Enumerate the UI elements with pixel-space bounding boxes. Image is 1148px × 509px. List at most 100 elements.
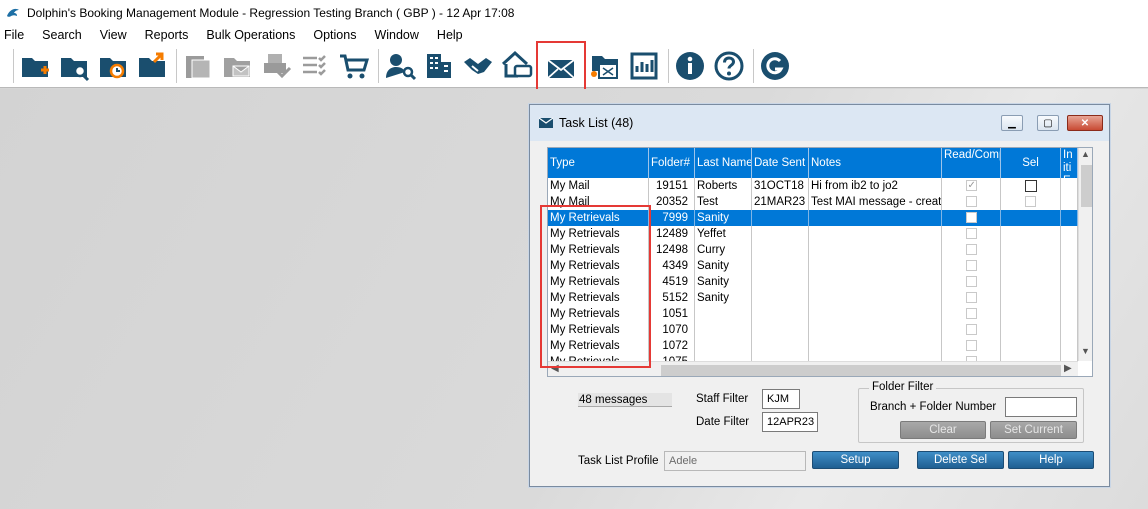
- menu-view[interactable]: View: [100, 28, 127, 42]
- read-comp-checkbox[interactable]: [965, 276, 977, 287]
- message-count: 48 messages: [578, 393, 672, 407]
- read-comp-checkbox[interactable]: [965, 324, 977, 335]
- grid-cell-folder: 1075: [649, 354, 695, 361]
- scroll-right-icon[interactable]: ▶: [1064, 363, 1072, 374]
- grid-cell-initial: [1061, 194, 1078, 210]
- user-search-icon: [386, 53, 416, 80]
- menu-options[interactable]: Options: [313, 28, 356, 42]
- report-chart-button[interactable]: [626, 48, 662, 84]
- delete-sel-button[interactable]: Delete Sel: [917, 451, 1004, 469]
- vertical-scrollbar[interactable]: ▲ ▼: [1078, 148, 1092, 361]
- read-comp-checkbox[interactable]: [965, 244, 977, 255]
- export-folder-button[interactable]: [134, 48, 170, 84]
- help-dialog-button[interactable]: Help: [1008, 451, 1094, 469]
- task-list-button[interactable]: [536, 40, 586, 95]
- user-search-button[interactable]: [382, 48, 418, 84]
- set-current-button[interactable]: Set Current: [990, 421, 1077, 439]
- print-button[interactable]: [258, 48, 294, 84]
- branch-folder-number-label: Branch + Folder Number: [870, 401, 997, 413]
- task-list-profile-input[interactable]: Adele: [664, 451, 806, 471]
- task-list-mail-icon: [547, 58, 575, 79]
- handshake-button[interactable]: [460, 48, 496, 84]
- folder-window-button[interactable]: [587, 48, 623, 84]
- vertical-scroll-thumb[interactable]: [1081, 165, 1092, 207]
- read-comp-checkbox[interactable]: [965, 308, 977, 319]
- setup-button[interactable]: Setup: [812, 451, 899, 469]
- grid-cell-folder: 19151: [649, 178, 695, 194]
- printer-icon: [264, 53, 292, 78]
- maximize-button[interactable]: ▢: [1037, 115, 1059, 131]
- column-header-read-comp[interactable]: Read/Comp: [942, 148, 1001, 178]
- read-comp-checkbox[interactable]: [965, 228, 977, 239]
- minimize-button[interactable]: ▁: [1001, 115, 1023, 131]
- sel-checkbox[interactable]: [1024, 180, 1037, 192]
- column-header-last-name[interactable]: Last Name: [695, 148, 752, 178]
- grid-cell-sel: [1001, 322, 1061, 338]
- grid-cell-initial: [1061, 322, 1078, 338]
- column-header-sel[interactable]: Sel: [1001, 148, 1061, 178]
- grid-cell-last-name: Roberts: [695, 178, 752, 194]
- grid-cell-read-comp: [942, 274, 1001, 290]
- date-filter-input[interactable]: 12APR23: [762, 412, 818, 432]
- building-icon: [427, 53, 451, 78]
- column-header-date-sent[interactable]: Date Sent: [752, 148, 809, 178]
- read-comp-checkbox[interactable]: [965, 178, 977, 194]
- grid-header: Type Folder# Last Name Date Sent Notes R…: [548, 148, 1078, 178]
- close-button[interactable]: ✕: [1067, 115, 1103, 131]
- documents-button[interactable]: [180, 48, 216, 84]
- checklist-button[interactable]: [297, 48, 333, 84]
- new-folder-button[interactable]: [17, 48, 53, 84]
- mail-folder-button[interactable]: [219, 48, 255, 84]
- table-row[interactable]: My Mail 19151 Roberts 31OCT18 Hi from ib2 to…: [548, 178, 1078, 194]
- mail-folder-icon: [224, 57, 250, 77]
- grid-cell-folder: 1051: [649, 306, 695, 322]
- checklist-icon: [303, 54, 326, 76]
- column-header-initial[interactable]: Initi Endi: [1061, 148, 1078, 178]
- column-header-notes[interactable]: Notes: [809, 148, 942, 178]
- grid-cell-notes: [809, 290, 942, 306]
- grid-cell-sel: [1001, 354, 1061, 361]
- clear-button[interactable]: Clear: [900, 421, 986, 439]
- read-comp-checkbox[interactable]: [965, 292, 977, 303]
- search-folder-button[interactable]: [56, 48, 92, 84]
- info-button[interactable]: [672, 48, 708, 84]
- g-icon: [761, 51, 789, 80]
- column-header-type[interactable]: Type: [548, 148, 649, 178]
- recent-folder-button[interactable]: [95, 48, 131, 84]
- grid-cell-initial: [1061, 178, 1078, 194]
- menu-bulk-operations[interactable]: Bulk Operations: [206, 28, 295, 42]
- sel-checkbox[interactable]: [1025, 196, 1036, 207]
- read-comp-checkbox[interactable]: [965, 196, 977, 207]
- branch-folder-number-input[interactable]: [1005, 397, 1077, 417]
- read-comp-checkbox[interactable]: [965, 260, 977, 271]
- grid-cell-initial: [1061, 258, 1078, 274]
- menu-help[interactable]: Help: [437, 28, 463, 42]
- column-header-folder[interactable]: Folder#: [649, 148, 695, 178]
- toolbar-separator: [176, 48, 177, 83]
- g-button[interactable]: [757, 48, 793, 84]
- toolbar-separator: [753, 48, 754, 83]
- staff-filter-input[interactable]: KJM: [762, 389, 800, 409]
- menu-reports[interactable]: Reports: [145, 28, 189, 42]
- grid-cell-sel: [1001, 178, 1061, 194]
- grid-cell-notes: [809, 338, 942, 354]
- menu-search[interactable]: Search: [42, 28, 82, 42]
- scroll-up-icon[interactable]: ▲: [1081, 149, 1090, 159]
- horizontal-scroll-thumb[interactable]: [661, 365, 1061, 376]
- building-button[interactable]: [421, 48, 457, 84]
- read-comp-checkbox[interactable]: [965, 340, 977, 351]
- grid-cell-last-name: Sanity: [695, 210, 752, 226]
- read-comp-checkbox[interactable]: [965, 212, 977, 223]
- grid-cell-read-comp: [942, 226, 1001, 242]
- menu-window[interactable]: Window: [374, 28, 418, 42]
- scroll-down-icon[interactable]: ▼: [1081, 346, 1090, 356]
- house-card-button[interactable]: [499, 48, 535, 84]
- grid-cell-read-comp: [942, 322, 1001, 338]
- menu-file[interactable]: File: [4, 28, 24, 42]
- grid-cell-folder: 1072: [649, 338, 695, 354]
- help-button[interactable]: [711, 48, 747, 84]
- grid-cell-notes: Hi from ib2 to jo2: [809, 178, 942, 194]
- toolbar-separator: [13, 48, 14, 83]
- grid-cell-last-name: Sanity: [695, 290, 752, 306]
- cart-button[interactable]: [336, 48, 372, 84]
